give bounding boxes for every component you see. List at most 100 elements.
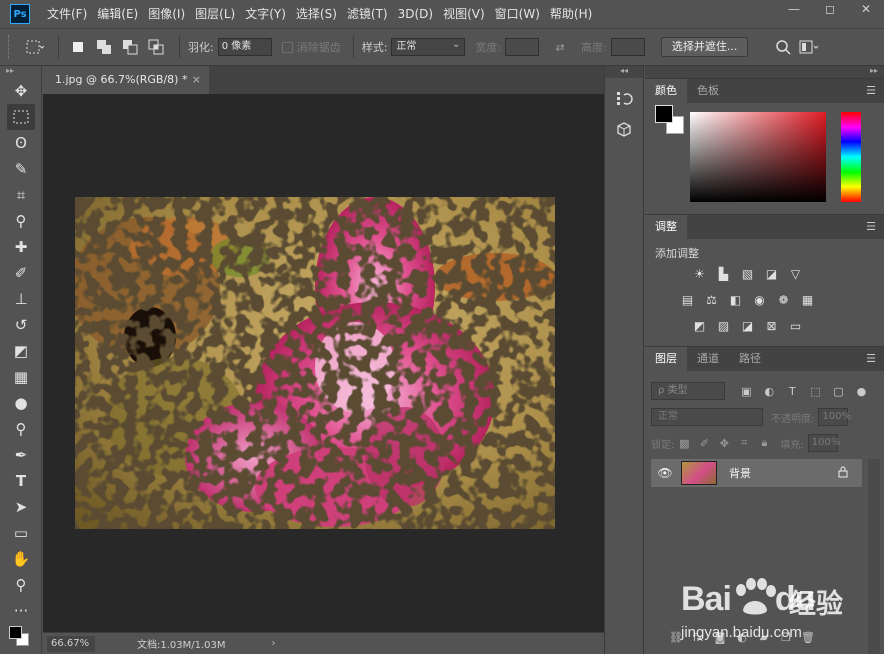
new-selection-icon[interactable] bbox=[67, 36, 89, 58]
black-white-icon[interactable]: ◧ bbox=[727, 291, 744, 308]
curves-icon[interactable]: ▧ bbox=[739, 265, 756, 282]
zoom-level[interactable]: 66.67% bbox=[47, 635, 95, 652]
path-select-tool-icon[interactable]: ➤ bbox=[7, 494, 35, 520]
layers-scrollbar[interactable] bbox=[868, 459, 880, 654]
filter-adjustment-icon[interactable]: ◐ bbox=[762, 383, 777, 399]
rectangle-tool-icon[interactable]: ▭ bbox=[7, 520, 35, 546]
tab-swatches[interactable]: 色板 bbox=[687, 79, 729, 103]
swap-dimensions-icon[interactable]: ⇄ bbox=[549, 36, 571, 58]
hue-saturation-icon[interactable]: ▤ bbox=[679, 291, 696, 308]
menu-file[interactable]: 文件(F) bbox=[42, 0, 92, 28]
menu-view[interactable]: 视图(V) bbox=[438, 0, 490, 28]
layer-filter-select[interactable]: ρ 类型 bbox=[651, 382, 725, 400]
quick-select-tool-icon[interactable]: ✎ bbox=[7, 156, 35, 182]
zoom-tool-icon[interactable]: ⚲ bbox=[7, 572, 35, 598]
options-grip[interactable] bbox=[8, 35, 14, 59]
menu-layer[interactable]: 图层(L) bbox=[190, 0, 240, 28]
eyedropper-tool-icon[interactable]: ⚲ bbox=[7, 208, 35, 234]
selective-color-icon[interactable]: ⊠ bbox=[763, 317, 780, 334]
foreground-color-swatch[interactable] bbox=[9, 626, 22, 639]
blur-tool-icon[interactable]: ● bbox=[7, 390, 35, 416]
link-layers-icon[interactable]: ⛓ bbox=[665, 631, 687, 647]
toolbar-collapse-icon[interactable]: ▸▸ bbox=[0, 66, 41, 78]
hue-slider[interactable] bbox=[841, 112, 861, 202]
filter-pixel-icon[interactable]: ▣ bbox=[739, 383, 754, 399]
pen-tool-icon[interactable]: ✒ bbox=[7, 442, 35, 468]
document-tab[interactable]: 1.jpg @ 66.7%(RGB/8) * × bbox=[43, 66, 209, 94]
exposure-icon[interactable]: ◪ bbox=[763, 265, 780, 282]
tab-adjustments[interactable]: 调整 bbox=[645, 215, 687, 239]
new-group-icon[interactable]: ▰ bbox=[753, 631, 775, 647]
menu-edit[interactable]: 编辑(E) bbox=[92, 0, 143, 28]
filter-toggle-icon[interactable]: ● bbox=[854, 383, 869, 399]
crop-tool-icon[interactable]: ⌗ bbox=[7, 182, 35, 208]
workspace-icon[interactable] bbox=[798, 36, 820, 58]
width-input[interactable] bbox=[505, 38, 540, 56]
document-canvas-image[interactable] bbox=[75, 197, 555, 529]
lock-all-icon[interactable]: 🔒︎ bbox=[757, 436, 771, 450]
tab-channels[interactable]: 通道 bbox=[687, 347, 729, 371]
color-balance-icon[interactable]: ⚖ bbox=[703, 291, 720, 308]
gradient-tool-icon[interactable]: ▦ bbox=[7, 364, 35, 390]
style-select[interactable]: 正常 bbox=[391, 37, 466, 56]
add-selection-icon[interactable] bbox=[93, 36, 115, 58]
eye-visibility-icon[interactable]: 👁︎ bbox=[655, 466, 675, 480]
intersect-selection-icon[interactable] bbox=[145, 36, 167, 58]
filter-smart-object-icon[interactable]: ▢ bbox=[831, 383, 846, 399]
stamp-tool-icon[interactable]: ⊥ bbox=[7, 286, 35, 312]
invert-icon[interactable]: ◩ bbox=[691, 317, 708, 334]
photo-filter-icon[interactable]: ◉ bbox=[751, 291, 768, 308]
restore-button[interactable]: ◻ bbox=[812, 0, 848, 18]
lasso-tool-icon[interactable]: ʘ bbox=[7, 130, 35, 156]
fill-input[interactable]: 100% bbox=[807, 434, 840, 452]
color-lookup-icon[interactable]: ▦ bbox=[799, 291, 816, 308]
filter-type-icon[interactable]: T bbox=[785, 383, 800, 399]
antialias-checkbox[interactable] bbox=[281, 41, 293, 53]
brightness-contrast-icon[interactable]: ☀ bbox=[691, 265, 708, 282]
vibrance-icon[interactable]: ▽ bbox=[787, 265, 804, 282]
type-tool-icon[interactable]: T bbox=[7, 468, 35, 494]
menu-help[interactable]: 帮助(H) bbox=[545, 0, 597, 28]
tab-color[interactable]: 颜色 bbox=[645, 79, 687, 103]
levels-icon[interactable]: ▙ bbox=[715, 265, 732, 282]
lock-transparent-icon[interactable]: ▩ bbox=[677, 436, 691, 450]
threshold-icon[interactable]: ◪ bbox=[739, 317, 756, 334]
panel-foreground-swatch[interactable] bbox=[655, 105, 673, 123]
posterize-icon[interactable]: ▨ bbox=[715, 317, 732, 334]
layer-row[interactable]: 👁︎ 背景 bbox=[651, 459, 862, 487]
menu-select[interactable]: 选择(S) bbox=[291, 0, 342, 28]
lock-artboard-icon[interactable]: ⌗ bbox=[737, 436, 751, 450]
lock-image-icon[interactable]: ✐ bbox=[697, 436, 711, 450]
dodge-tool-icon[interactable]: ⚲ bbox=[7, 416, 35, 442]
lock-position-icon[interactable]: ✥ bbox=[717, 436, 731, 450]
history-brush-tool-icon[interactable]: ↺ bbox=[7, 312, 35, 338]
search-icon[interactable] bbox=[772, 36, 794, 58]
delete-layer-icon[interactable]: 🗑︎ bbox=[797, 631, 819, 647]
opacity-input[interactable]: 100% bbox=[818, 408, 851, 426]
menu-filter[interactable]: 滤镜(T) bbox=[342, 0, 393, 28]
select-and-mask-button[interactable]: 选择并遮住... bbox=[660, 37, 749, 57]
tab-paths[interactable]: 路径 bbox=[729, 347, 771, 371]
channel-mixer-icon[interactable]: ❁ bbox=[775, 291, 792, 308]
status-menu-icon[interactable]: › bbox=[272, 638, 276, 649]
new-layer-icon[interactable]: ❐ bbox=[775, 631, 797, 647]
subtract-selection-icon[interactable] bbox=[119, 36, 141, 58]
menu-type[interactable]: 文字(Y) bbox=[240, 0, 291, 28]
hand-tool-icon[interactable]: ✋ bbox=[7, 546, 35, 572]
healing-brush-tool-icon[interactable]: ✚ bbox=[7, 234, 35, 260]
color-panel-menu-icon[interactable]: ☰ bbox=[866, 84, 876, 97]
tab-layers[interactable]: 图层 bbox=[645, 347, 687, 371]
marquee-preset-icon[interactable] bbox=[24, 36, 46, 58]
add-mask-icon[interactable]: ◙ bbox=[709, 631, 731, 647]
menu-3d[interactable]: 3D(D) bbox=[393, 0, 438, 28]
feather-input[interactable]: 0 像素 bbox=[217, 38, 272, 56]
menu-window[interactable]: 窗口(W) bbox=[490, 0, 545, 28]
close-window-button[interactable]: ✕ bbox=[848, 0, 884, 18]
eraser-tool-icon[interactable]: ◩ bbox=[7, 338, 35, 364]
color-swatches[interactable] bbox=[7, 624, 37, 650]
color-spectrum[interactable] bbox=[690, 112, 826, 202]
close-tab-icon[interactable]: × bbox=[192, 66, 201, 94]
adjustments-panel-menu-icon[interactable]: ☰ bbox=[866, 220, 876, 233]
blend-mode-select[interactable]: 正常 bbox=[651, 408, 763, 426]
layers-panel-menu-icon[interactable]: ☰ bbox=[866, 352, 876, 365]
